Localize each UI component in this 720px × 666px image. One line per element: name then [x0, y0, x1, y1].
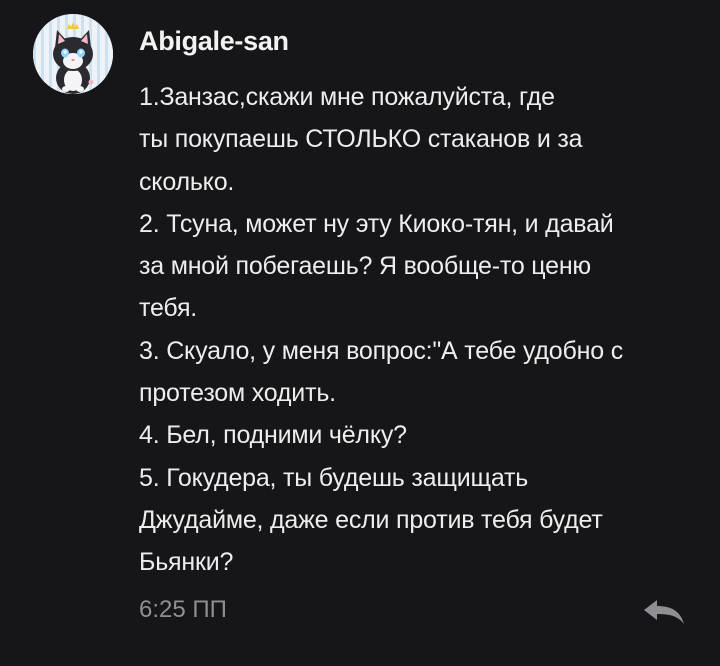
message-text: 1.Занзас,скажи мне пожалуйста, где ты по… [139, 76, 709, 584]
chat-message: Abigale-san 1.Занзас,скажи мне пожалуйст… [0, 0, 720, 666]
message-line: 4. Бел, подними чёлку? [139, 421, 407, 450]
message-line: сколько. [139, 167, 235, 196]
reply-arrow-icon [644, 600, 684, 624]
message-line: 2. Тсуна, может ну эту Киоко-тян, и дава… [139, 209, 614, 238]
reply-button[interactable] [640, 597, 688, 629]
message-line: 1.Занзас,скажи мне пожалуйста, где [139, 83, 555, 111]
message-line: тебя. [139, 294, 198, 323]
message-line: протезом ходить. [139, 379, 336, 408]
message-timestamp: 6:25 ПП [139, 596, 227, 623]
message-line: ты покупаешь СТОЛЬКО стаканов и за [139, 125, 583, 154]
cat-avatar-icon [33, 14, 113, 94]
avatar[interactable] [33, 14, 113, 94]
message-line: Джудайме, даже если против тебя будет [139, 505, 603, 534]
author-name[interactable]: Abigale-san [139, 26, 289, 57]
message-line: 5. Гокудера, ты будешь защищать [139, 463, 529, 492]
message-line: Бьянки? [139, 548, 234, 577]
message-line: за мной побегаешь? Я вообще-то ценю [139, 252, 591, 281]
message-line: 3. Скуало, у меня вопрос:"А тебе удобно … [139, 336, 623, 365]
